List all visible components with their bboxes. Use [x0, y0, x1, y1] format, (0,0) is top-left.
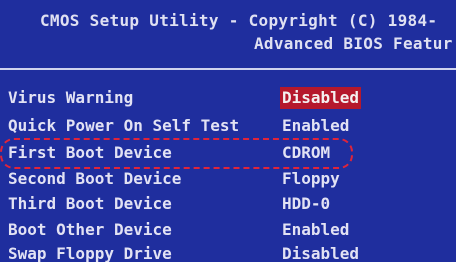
- setting-row-quick-power-on-self-test[interactable]: Quick Power On Self Test Enabled: [0, 115, 456, 137]
- setting-row-first-boot-device[interactable]: First Boot Device CDROM: [0, 142, 456, 164]
- setting-value-selected[interactable]: Disabled: [280, 87, 362, 109]
- setting-label: Boot Other Device: [8, 220, 172, 239]
- setting-value[interactable]: Enabled: [282, 115, 349, 137]
- setting-label: Third Boot Device: [8, 194, 172, 213]
- setting-row-third-boot-device[interactable]: Third Boot Device HDD-0: [0, 193, 456, 215]
- header-divider: [0, 68, 456, 70]
- bios-screen: CMOS Setup Utility - Copyright (C) 1984-…: [0, 0, 456, 262]
- setting-value[interactable]: Disabled: [282, 243, 359, 262]
- setting-label: Second Boot Device: [8, 169, 182, 188]
- setting-row-boot-other-device[interactable]: Boot Other Device Enabled: [0, 219, 456, 241]
- setting-label: Virus Warning: [8, 88, 134, 107]
- setting-value[interactable]: Floppy: [282, 168, 340, 190]
- setting-label: Quick Power On Self Test: [8, 116, 240, 135]
- setting-value[interactable]: CDROM: [282, 142, 330, 164]
- setting-label: First Boot Device: [8, 143, 172, 162]
- setting-value[interactable]: HDD-0: [282, 193, 330, 215]
- setting-row-swap-floppy-drive[interactable]: Swap Floppy Drive Disabled: [0, 243, 456, 262]
- page-title: Advanced BIOS Featur: [254, 34, 453, 53]
- screenshot-frame: CMOS Setup Utility - Copyright (C) 1984-…: [0, 0, 456, 268]
- setting-row-virus-warning[interactable]: Virus Warning Disabled: [0, 87, 456, 109]
- setting-value[interactable]: Enabled: [282, 219, 349, 241]
- setting-label: Swap Floppy Drive: [8, 244, 172, 262]
- setting-row-second-boot-device[interactable]: Second Boot Device Floppy: [0, 168, 456, 190]
- utility-title: CMOS Setup Utility - Copyright (C) 1984-: [40, 11, 438, 30]
